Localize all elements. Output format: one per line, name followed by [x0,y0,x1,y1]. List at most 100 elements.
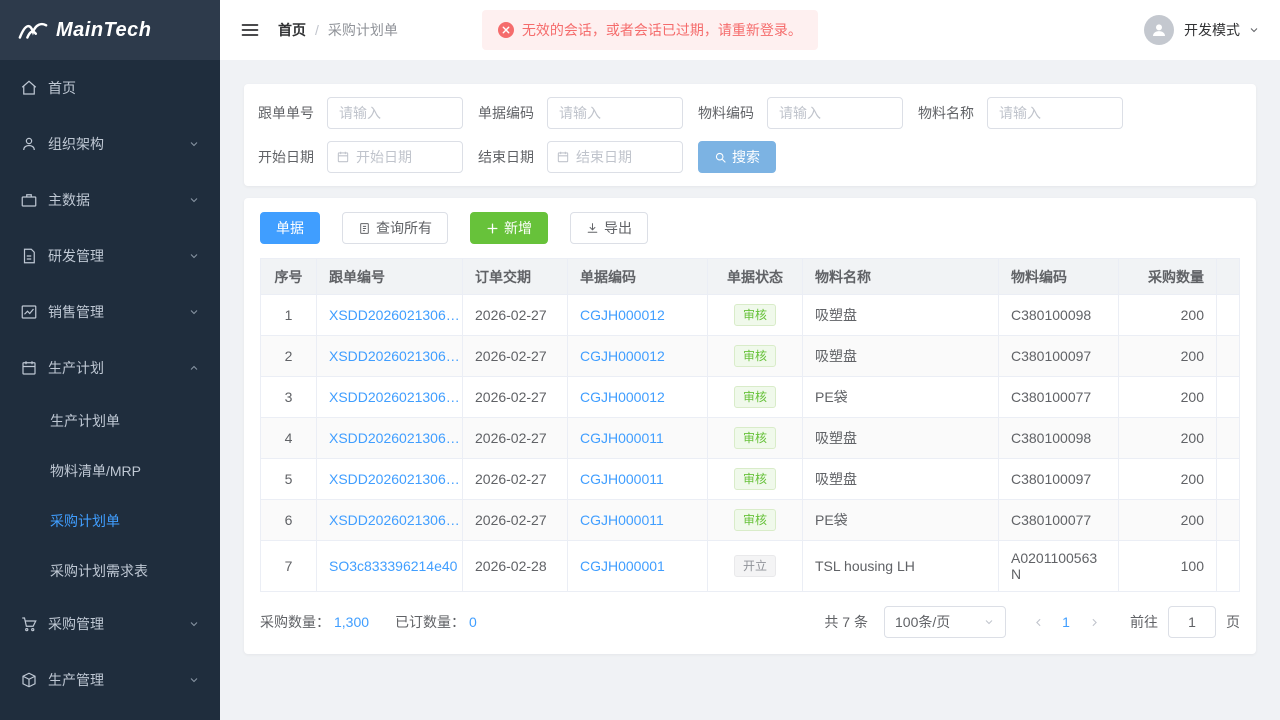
cell-index: 6 [261,500,317,541]
next-page-button[interactable] [1080,606,1108,638]
table-row[interactable]: 1 XSDD2026021306… 2026-02-27 CGJH000012 … [261,295,1240,336]
search-button[interactable]: 搜索 [698,141,776,173]
cell-qty: 200 [1119,377,1217,418]
total-count: 共 7 条 [824,612,868,632]
order-no-input[interactable] [327,97,463,129]
cell-extra [1217,295,1240,336]
col-header-order-no: 跟单编号 [317,259,463,295]
order-no-link[interactable]: XSDD2026021306… [329,307,460,323]
sidebar-item-rnd[interactable]: 研发管理 [0,228,220,284]
sidebar-subitem-bom-mrp[interactable]: 物料清单/MRP [0,446,220,496]
doc-code-link[interactable]: CGJH000011 [580,471,664,487]
logo-mark-icon [18,18,48,42]
table-row[interactable]: 6 XSDD2026021306… 2026-02-27 CGJH000011 … [261,500,1240,541]
order-no-link[interactable]: XSDD2026021306… [329,471,460,487]
table-body: 1 XSDD2026021306… 2026-02-27 CGJH000012 … [261,295,1240,592]
page-number[interactable]: 1 [1052,606,1080,638]
export-button[interactable]: 导出 [570,212,648,244]
cell-index: 1 [261,295,317,336]
table-row[interactable]: 7 SO3c833396214e40 2026-02-28 CGJH000001… [261,541,1240,592]
filter-label: 单据编码 [478,103,534,123]
order-no-link[interactable]: XSDD2026021306… [329,430,460,446]
order-no-link[interactable]: SO3c833396214e40 [329,558,457,574]
ordered-qty-value: 0 [469,614,477,630]
chart-icon [20,303,38,321]
user-menu[interactable]: 开发模式 [1144,15,1260,45]
calendar-icon [20,359,38,377]
order-no-link[interactable]: XSDD2026021306… [329,512,460,528]
filter-material-code: 物料编码 [698,97,903,129]
sidebar-subitem-production-plan-order[interactable]: 生产计划单 [0,396,220,446]
cell-index: 4 [261,418,317,459]
cell-date: 2026-02-27 [463,418,568,459]
query-all-button[interactable]: 查询所有 [342,212,448,244]
status-badge: 审核 [734,304,776,326]
doc-code-link[interactable]: CGJH000001 [580,558,665,574]
sidebar-item-label: 组织架构 [48,134,104,154]
end-date-picker[interactable] [547,141,683,173]
filter-order-no: 跟单单号 [258,97,463,129]
end-date-input[interactable] [576,149,674,165]
sub-item-label: 采购计划单 [50,511,120,531]
doc-code-link[interactable]: CGJH000012 [580,348,665,364]
table-row[interactable]: 2 XSDD2026021306… 2026-02-27 CGJH000012 … [261,336,1240,377]
cell-extra [1217,336,1240,377]
doc-code-link[interactable]: CGJH000012 [580,389,665,405]
status-badge: 审核 [734,386,776,408]
filter-end-date: 结束日期 [478,141,683,173]
material-name-input[interactable] [987,97,1123,129]
sidebar: MainTech 首页 组织架构 主数据 研发管理 [0,0,220,720]
add-button[interactable]: 新增 [470,212,548,244]
table-toolbar: 单据 查询所有 新增 导出 [260,212,1240,244]
doc-code-link[interactable]: CGJH000011 [580,512,664,528]
sidebar-item-masterdata[interactable]: 主数据 [0,172,220,228]
doc-button[interactable]: 单据 [260,212,320,244]
app-root: MainTech 首页 组织架构 主数据 研发管理 [0,0,1280,720]
sidebar-item-home[interactable]: 首页 [0,60,220,116]
goto-page-input[interactable] [1168,606,1216,638]
col-header-doc-code: 单据编码 [568,259,708,295]
user-icon [20,135,38,153]
col-header-material-name: 物料名称 [803,259,999,295]
cell-index: 5 [261,459,317,500]
doc-code-link[interactable]: CGJH000012 [580,307,665,323]
cell-material-name: TSL housing LH [803,541,999,592]
collapse-menu-icon[interactable] [240,20,260,40]
box-icon [20,671,38,689]
cell-extra [1217,459,1240,500]
col-header-delivery-date: 订单交期 [463,259,568,295]
material-code-input[interactable] [767,97,903,129]
sidebar-item-sales[interactable]: 销售管理 [0,284,220,340]
filter-material-name: 物料名称 [918,97,1123,129]
start-date-picker[interactable] [327,141,463,173]
chevron-left-icon [1032,616,1045,629]
sidebar-subitem-purchase-plan-demand[interactable]: 采购计划需求表 [0,546,220,596]
order-no-link[interactable]: XSDD2026021306… [329,348,460,364]
doc-code-input[interactable] [547,97,683,129]
doc-code-link[interactable]: CGJH000011 [580,430,664,446]
sidebar-item-org[interactable]: 组织架构 [0,116,220,172]
col-header-material-code: 物料编码 [999,259,1119,295]
sidebar-nav: 首页 组织架构 主数据 研发管理 销售管理 [0,60,220,708]
page-size-select[interactable]: 100条/页 [884,606,1006,638]
table-row[interactable]: 5 XSDD2026021306… 2026-02-27 CGJH000011 … [261,459,1240,500]
cell-index: 2 [261,336,317,377]
cell-date: 2026-02-27 [463,377,568,418]
chevron-down-icon [983,616,995,628]
table-row[interactable]: 4 XSDD2026021306… 2026-02-27 CGJH000011 … [261,418,1240,459]
sidebar-item-purchase[interactable]: 采购管理 [0,596,220,652]
page-size-value: 100条/页 [895,612,950,632]
sidebar-item-production-plan[interactable]: 生产计划 [0,340,220,396]
breadcrumb-home[interactable]: 首页 [278,20,306,40]
status-badge: 开立 [734,555,776,577]
col-header-index: 序号 [261,259,317,295]
cell-date: 2026-02-27 [463,295,568,336]
start-date-input[interactable] [356,149,454,165]
sidebar-subitem-purchase-plan[interactable]: 采购计划单 [0,496,220,546]
cell-index: 7 [261,541,317,592]
table-row[interactable]: 3 XSDD2026021306… 2026-02-27 CGJH000012 … [261,377,1240,418]
filter-doc-code: 单据编码 [478,97,683,129]
prev-page-button[interactable] [1024,606,1052,638]
order-no-link[interactable]: XSDD2026021306… [329,389,460,405]
sidebar-item-production[interactable]: 生产管理 [0,652,220,708]
